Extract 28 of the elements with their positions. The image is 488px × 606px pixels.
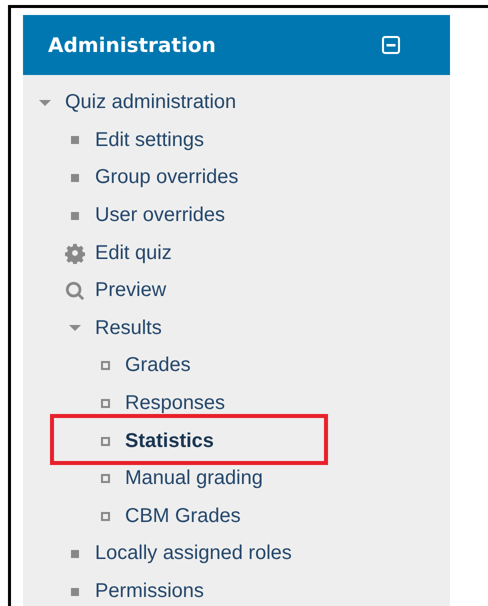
menu-item[interactable]: Group overrides bbox=[95, 166, 238, 190]
menu-item[interactable]: Responses bbox=[125, 392, 226, 416]
panel-title: Administration bbox=[48, 33, 216, 57]
bullet-icon bbox=[100, 399, 110, 408]
bullet-icon bbox=[100, 436, 110, 446]
menu-item[interactable]: Preview bbox=[95, 279, 166, 302]
menu-item[interactable]: Edit settings bbox=[95, 128, 204, 152]
bullet-icon bbox=[71, 212, 79, 220]
menu-item[interactable]: Permissions bbox=[95, 580, 204, 604]
menu-item[interactable]: CBM Grades bbox=[125, 504, 241, 528]
bullet-icon bbox=[100, 361, 110, 370]
bullet-icon bbox=[71, 588, 79, 596]
menu-item[interactable]: Grades bbox=[125, 354, 191, 378]
menu-item[interactable]: Edit quiz bbox=[95, 242, 172, 265]
bullet-icon bbox=[100, 474, 110, 484]
search-icon bbox=[65, 280, 85, 302]
menu-item[interactable]: User overrides bbox=[95, 204, 226, 228]
bullet-icon bbox=[71, 136, 79, 144]
menu-item[interactable]: Quiz administration bbox=[65, 91, 236, 114]
bullet-icon bbox=[100, 512, 110, 521]
menu-item[interactable]: Results bbox=[95, 316, 162, 340]
gear-icon bbox=[65, 242, 85, 264]
menu-item[interactable]: Manual grading bbox=[125, 467, 263, 490]
menu-item[interactable]: Locally assigned roles bbox=[95, 542, 292, 566]
bullet-icon bbox=[71, 174, 79, 182]
bullet-icon bbox=[71, 550, 79, 558]
menu-item[interactable]: Statistics bbox=[125, 430, 214, 453]
collapse-icon[interactable] bbox=[382, 36, 400, 54]
